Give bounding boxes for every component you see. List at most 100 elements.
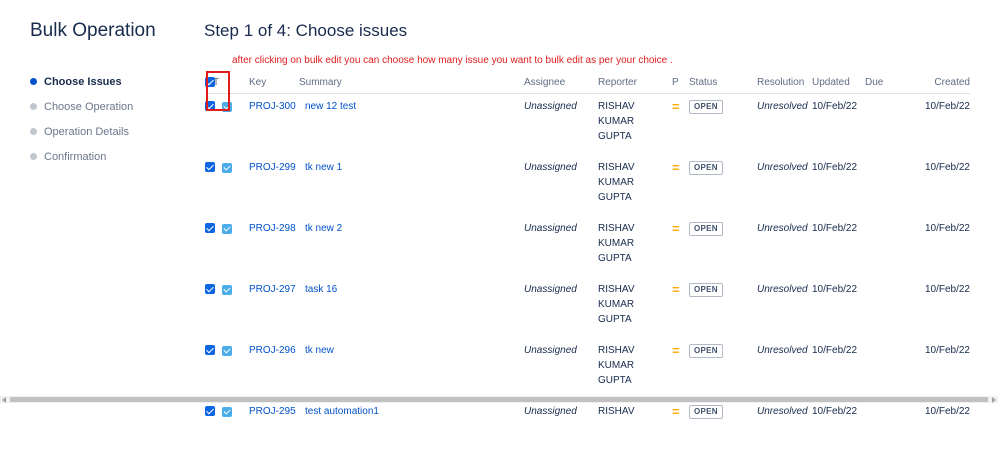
priority-cell: = <box>672 155 689 216</box>
priority-medium-icon: = <box>672 282 680 297</box>
updated-cell: 10/Feb/22 <box>812 406 858 417</box>
issue-summary-link[interactable]: test automation1 <box>299 399 524 460</box>
created-cell: 10/Feb/22 <box>924 101 970 112</box>
annotation-highlight-box <box>206 71 230 111</box>
due-cell <box>865 399 918 460</box>
table-row: PROJ-300 new 12 test Unassigned RISHAV K… <box>205 94 970 156</box>
issue-key-link[interactable]: PROJ-298 <box>249 216 299 277</box>
issue-key-link[interactable]: PROJ-295 <box>249 399 299 460</box>
issue-summary-link[interactable]: tk new 1 <box>299 155 524 216</box>
row-checkbox[interactable] <box>205 345 215 355</box>
issue-summary-link[interactable]: task 16 <box>299 277 524 338</box>
priority-cell: = <box>672 399 689 460</box>
priority-cell: = <box>672 94 689 156</box>
step-choose-operation: Choose Operation <box>30 101 133 126</box>
step-label: Confirmation <box>44 151 107 163</box>
updated-cell: 10/Feb/22 <box>812 162 858 173</box>
task-type-icon <box>222 346 232 356</box>
issue-summary-link[interactable]: tk new <box>299 338 524 399</box>
updated-cell: 10/Feb/22 <box>812 223 858 234</box>
status-cell: OPEN <box>689 94 757 156</box>
step-dot-icon <box>30 103 37 110</box>
table-header-row: T Key Summary Assignee Reporter P Status… <box>205 72 970 94</box>
resolution-cell: Unresolved <box>757 101 808 112</box>
reporter-cell: RISHAV KUMAR GUPTA <box>598 223 635 264</box>
priority-medium-icon: = <box>672 160 680 175</box>
reporter-cell: RISHAV KUMAR GUPTA <box>598 101 635 142</box>
column-header-priority[interactable]: P <box>672 72 689 94</box>
issue-summary-link[interactable]: new 12 test <box>299 94 524 156</box>
status-cell: OPEN <box>689 155 757 216</box>
step-choose-issues[interactable]: Choose Issues <box>30 76 133 101</box>
step-dot-icon <box>30 153 37 160</box>
issue-key-link[interactable]: PROJ-299 <box>249 155 299 216</box>
updated-cell: 10/Feb/22 <box>812 101 858 112</box>
table-row: PROJ-296 tk new Unassigned RISHAV KUMAR … <box>205 338 970 399</box>
horizontal-scrollbar[interactable] <box>0 396 998 403</box>
assignee-cell: Unassigned <box>524 406 577 417</box>
created-cell: 10/Feb/22 <box>924 406 970 417</box>
created-cell: 10/Feb/22 <box>924 284 970 295</box>
issue-summary-link[interactable]: tk new 2 <box>299 216 524 277</box>
task-type-icon <box>222 224 232 234</box>
step-dot-icon <box>30 128 37 135</box>
column-header-due[interactable]: Due <box>865 72 918 94</box>
resolution-cell: Unresolved <box>757 162 808 173</box>
step-label: Operation Details <box>44 126 129 138</box>
status-badge: OPEN <box>689 222 723 236</box>
step-current-dot-icon <box>30 78 37 85</box>
resolution-cell: Unresolved <box>757 284 808 295</box>
issue-key-link[interactable]: PROJ-296 <box>249 338 299 399</box>
assignee-cell: Unassigned <box>524 345 577 356</box>
priority-cell: = <box>672 277 689 338</box>
row-checkbox[interactable] <box>205 284 215 294</box>
due-cell <box>865 94 918 156</box>
status-badge: OPEN <box>689 161 723 175</box>
resolution-cell: Unresolved <box>757 223 808 234</box>
resolution-cell: Unresolved <box>757 345 808 356</box>
column-header-reporter[interactable]: Reporter <box>598 72 672 94</box>
assignee-cell: Unassigned <box>524 223 577 234</box>
task-type-icon <box>222 163 232 173</box>
column-header-key[interactable]: Key <box>249 72 299 94</box>
priority-medium-icon: = <box>672 343 680 358</box>
status-cell: OPEN <box>689 338 757 399</box>
due-cell <box>865 155 918 216</box>
table-row: PROJ-295 test automation1 Unassigned RIS… <box>205 399 970 460</box>
reporter-cell: RISHAV KUMAR GUPTA <box>598 162 635 203</box>
column-header-summary[interactable]: Summary <box>299 72 524 94</box>
column-header-updated[interactable]: Updated <box>812 72 865 94</box>
due-cell <box>865 277 918 338</box>
assignee-cell: Unassigned <box>524 162 577 173</box>
priority-medium-icon: = <box>672 221 680 236</box>
issue-key-link[interactable]: PROJ-297 <box>249 277 299 338</box>
priority-medium-icon: = <box>672 404 680 419</box>
updated-cell: 10/Feb/22 <box>812 284 858 295</box>
priority-cell: = <box>672 216 689 277</box>
reporter-cell: RISHAV KUMAR GUPTA <box>598 284 635 325</box>
task-type-icon <box>222 285 232 295</box>
step-label: Choose Issues <box>44 76 122 88</box>
status-badge: OPEN <box>689 283 723 297</box>
scroll-right-arrow-icon[interactable] <box>992 397 996 403</box>
status-badge: OPEN <box>689 100 723 114</box>
scrollbar-thumb[interactable] <box>10 397 988 402</box>
due-cell <box>865 216 918 277</box>
row-checkbox[interactable] <box>205 406 215 416</box>
column-header-resolution[interactable]: Resolution <box>757 72 812 94</box>
assignee-cell: Unassigned <box>524 284 577 295</box>
row-checkbox[interactable] <box>205 162 215 172</box>
status-badge: OPEN <box>689 344 723 358</box>
scroll-left-arrow-icon[interactable] <box>2 397 6 403</box>
row-checkbox[interactable] <box>205 223 215 233</box>
status-badge: OPEN <box>689 405 723 419</box>
step-navigation: Choose Issues Choose Operation Operation… <box>30 76 133 176</box>
step-operation-details: Operation Details <box>30 126 133 151</box>
issue-key-link[interactable]: PROJ-300 <box>249 94 299 156</box>
column-header-assignee[interactable]: Assignee <box>524 72 598 94</box>
assignee-cell: Unassigned <box>524 101 577 112</box>
column-header-status[interactable]: Status <box>689 72 757 94</box>
column-header-created[interactable]: Created <box>918 72 970 94</box>
step-confirmation: Confirmation <box>30 151 133 176</box>
annotation-note: after clicking on bulk edit you can choo… <box>232 55 673 66</box>
